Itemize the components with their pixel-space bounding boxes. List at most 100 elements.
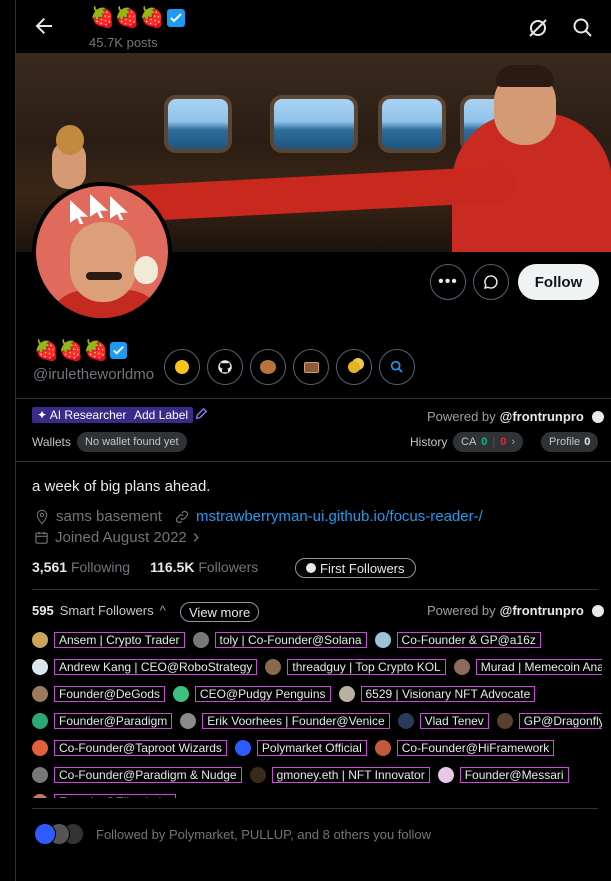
avatar: [172, 685, 189, 702]
smart-follower-label[interactable]: Polymarket Official: [256, 739, 367, 756]
smart-follower-item[interactable]: Founder@Eliza Labs: [32, 793, 177, 798]
followers-count: 116.5K: [150, 559, 195, 575]
smart-follower-item[interactable]: Co-Founder@Taproot Wizards: [32, 739, 227, 756]
smart-follower-item[interactable]: Ansem | Crypto Trader: [32, 631, 185, 648]
smart-follower-item[interactable]: GP@Dragonfly: [496, 712, 602, 729]
follow-counts: 3,561 Following 116.5K Followers: [32, 559, 258, 575]
smart-follower-item[interactable]: Co-Founder@HiFramework: [374, 739, 555, 756]
coins-icon[interactable]: [336, 349, 372, 385]
smart-follower-item[interactable]: Co-Founder@Paradigm & Nudge: [32, 766, 242, 783]
view-more-button[interactable]: View more: [180, 602, 260, 622]
avatar: [32, 685, 48, 702]
smart-follower-item[interactable]: Erik Voorhees | Founder@Venice: [180, 712, 390, 729]
website[interactable]: mstrawberryman-ui.github.io/focus-reader…: [174, 508, 483, 525]
ai-researcher-tag[interactable]: ✦ AI Researcher: [32, 407, 132, 423]
smart-follower-label[interactable]: threadguy | Top Crypto KOL: [287, 658, 446, 675]
chevron-right-icon[interactable]: ›: [193, 527, 200, 547]
first-followers-label: First Followers: [320, 560, 405, 576]
avatar: [249, 766, 266, 783]
smart-followers-header[interactable]: 595 Smart Followers ^: [32, 603, 166, 618]
website-link[interactable]: mstrawberryman-ui.github.io/focus-reader…: [196, 508, 483, 525]
smart-follower-item[interactable]: Founder@DeGods: [32, 685, 165, 702]
frontrun-brand[interactable]: @frontrunpro: [500, 409, 584, 424]
verified-badge-icon: [166, 8, 185, 27]
frontrun-brand[interactable]: @frontrunpro: [500, 603, 584, 618]
profile-value: 0: [584, 436, 591, 448]
smart-follower-label[interactable]: Founder@DeGods: [54, 685, 165, 702]
followers-link[interactable]: 116.5K Followers: [150, 559, 258, 575]
ca-divider: |: [492, 436, 496, 448]
followed-by[interactable]: Followed by Polymarket, PULLUP, and 8 ot…: [34, 823, 431, 845]
back-arrow-icon[interactable]: [32, 14, 56, 38]
smart-follower-item[interactable]: CEO@Pudgy Penguins: [172, 685, 331, 702]
ca-history-pill[interactable]: CA 0 | 0 ›: [453, 432, 524, 452]
smart-follower-label[interactable]: Co-Founder@Paradigm & Nudge: [54, 766, 242, 783]
smart-follower-label[interactable]: Co-Founder@HiFramework: [396, 739, 555, 756]
follow-button[interactable]: Follow: [518, 264, 599, 300]
first-followers-button[interactable]: First Followers: [295, 558, 416, 578]
smart-follower-label[interactable]: Erik Voorhees | Founder@Venice: [202, 712, 390, 729]
wallets-label: Wallets: [32, 435, 71, 449]
search-icon[interactable]: [379, 349, 415, 385]
ca-label: CA: [461, 436, 477, 448]
smart-follower-label[interactable]: Founder@Paradigm: [54, 712, 173, 729]
avatar: [496, 712, 513, 729]
location-pin-icon: [36, 509, 48, 524]
github-icon[interactable]: [207, 349, 243, 385]
smart-follower-label[interactable]: gmoney.eth | NFT Innovator: [271, 766, 430, 783]
smart-follower-label[interactable]: Co-Founder@Taproot Wizards: [54, 739, 227, 756]
smart-follower-label[interactable]: toly | Co-Founder@Solana: [214, 631, 367, 648]
avatar: [397, 712, 414, 729]
smart-follower-item[interactable]: Co-Founder & GP@a16z: [374, 631, 541, 648]
handle: @iruletheworldmo: [33, 366, 155, 383]
smart-follower-label[interactable]: Murad | Memecoin Analyst: [475, 658, 602, 675]
smart-follower-item[interactable]: threadguy | Top Crypto KOL: [265, 658, 446, 675]
profile-page: 🍓🍓🍓 45.7K posts ••• Follow 🍓🍓🍓 @irulethe…: [15, 0, 611, 881]
smart-follower-item[interactable]: Founder@Paradigm: [32, 712, 173, 729]
following-count: 3,561: [32, 559, 68, 575]
divider: [32, 589, 598, 590]
smart-follower-label[interactable]: Ansem | Crypto Trader: [54, 631, 185, 648]
bear-icon[interactable]: [250, 349, 286, 385]
smart-follower-item[interactable]: Vlad Tenev: [397, 712, 489, 729]
cursor-icon: [90, 194, 108, 218]
smart-follower-label[interactable]: CEO@Pudgy Penguins: [194, 685, 331, 702]
more-dots-icon: •••: [438, 273, 458, 290]
smart-follower-label[interactable]: Founder@Messari: [459, 766, 569, 783]
smart-follower-label[interactable]: Andrew Kang | CEO@RoboStrategy: [54, 658, 258, 675]
smart-follower-item[interactable]: 6529 | Visionary NFT Advocate: [338, 685, 536, 702]
ca-green-count: 0: [481, 436, 488, 448]
frontrun-logo-icon: [591, 604, 604, 617]
more-button[interactable]: •••: [430, 264, 466, 300]
smart-follower-item[interactable]: toly | Co-Founder@Solana: [192, 631, 367, 648]
smart-follower-item[interactable]: Founder@Messari: [437, 766, 569, 783]
wallet-icon[interactable]: [293, 349, 329, 385]
grok-icon[interactable]: [526, 16, 550, 40]
search-icon[interactable]: [571, 16, 595, 40]
header-display-name: 🍓🍓🍓: [90, 5, 185, 30]
add-label-button[interactable]: Add Label: [129, 407, 194, 423]
smiley-icon[interactable]: [164, 349, 200, 385]
edit-pencil-icon[interactable]: [194, 407, 208, 421]
smart-follower-item[interactable]: Polymarket Official: [234, 739, 367, 756]
frontrun-logo-icon: [591, 410, 604, 423]
profile-history-pill[interactable]: Profile 0: [541, 432, 599, 452]
following-link[interactable]: 3,561 Following: [32, 559, 130, 575]
ca-red-count: 0: [500, 436, 507, 448]
smart-follower-item[interactable]: Andrew Kang | CEO@RoboStrategy: [32, 658, 258, 675]
message-button[interactable]: [473, 264, 509, 300]
smart-follower-label[interactable]: GP@Dragonfly: [518, 712, 602, 729]
divider: [32, 808, 598, 809]
avatar: [32, 658, 48, 675]
smart-follower-label[interactable]: 6529 | Visionary NFT Advocate: [360, 685, 536, 702]
smart-follower-item[interactable]: gmoney.eth | NFT Innovator: [249, 766, 430, 783]
smart-follower-label[interactable]: Co-Founder & GP@a16z: [396, 631, 541, 648]
smart-follower-item[interactable]: Murad | Memecoin Analyst: [453, 658, 602, 675]
powered-by: Powered by @frontrunpro: [427, 603, 604, 618]
smart-followers-label: Smart Followers: [59, 603, 154, 618]
posts-count: 45.7K posts: [89, 35, 158, 50]
smart-follower-label[interactable]: Vlad Tenev: [419, 712, 489, 729]
smart-follower-label[interactable]: Founder@Eliza Labs: [54, 793, 177, 798]
banner-potato: [56, 125, 84, 155]
avatar[interactable]: [32, 182, 172, 322]
